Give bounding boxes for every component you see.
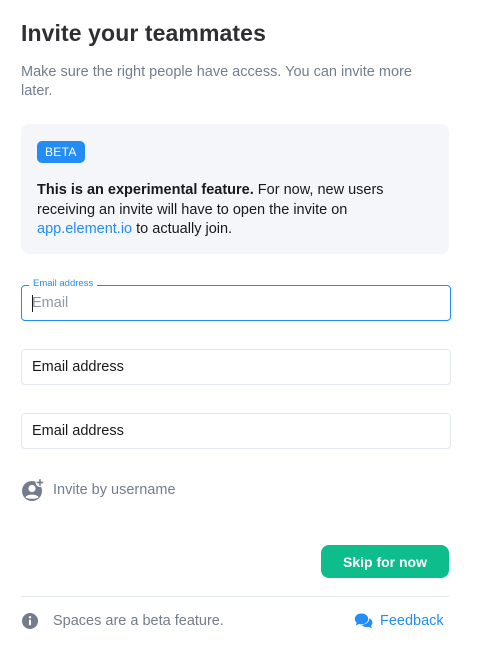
text-caret [32,295,33,312]
beta-badge: BETA [37,141,85,163]
beta-info-text: Spaces are a beta feature. [53,613,224,629]
email-field-2[interactable] [21,349,451,385]
info-icon [22,613,38,629]
beta-notice-body-end: to actually join. [132,221,233,237]
page-title: Invite your teammates [21,20,266,46]
footer-divider [21,596,449,597]
invite-by-username-label: Invite by username [53,482,176,498]
feedback-button[interactable]: Feedback [354,611,444,631]
email-input-2[interactable] [22,350,450,384]
beta-notice-card: BETA This is an experimental feature. Fo… [21,124,449,254]
email-field-3[interactable] [21,413,451,449]
app-element-link[interactable]: app.element.io [37,221,132,237]
invite-by-username-button[interactable]: Invite by username [21,477,176,503]
page-subtitle: Make sure the right people have access. … [21,64,412,99]
email-field-1[interactable]: Email address [21,278,451,321]
feedback-label: Feedback [380,613,444,629]
add-user-icon [22,478,45,501]
email-input-3[interactable] [22,414,450,448]
email-input-1[interactable] [22,286,450,320]
beta-notice-text: This is an experimental feature. For now… [37,181,437,240]
beta-notice-heading: This is an experimental feature. [37,182,254,198]
invite-teammates-page: Invite your teammates Make sure the righ… [0,0,487,656]
beta-info-footer: Spaces are a beta feature. [21,611,224,631]
chat-bubbles-icon [354,613,373,629]
skip-for-now-button[interactable]: Skip for now [321,545,449,578]
